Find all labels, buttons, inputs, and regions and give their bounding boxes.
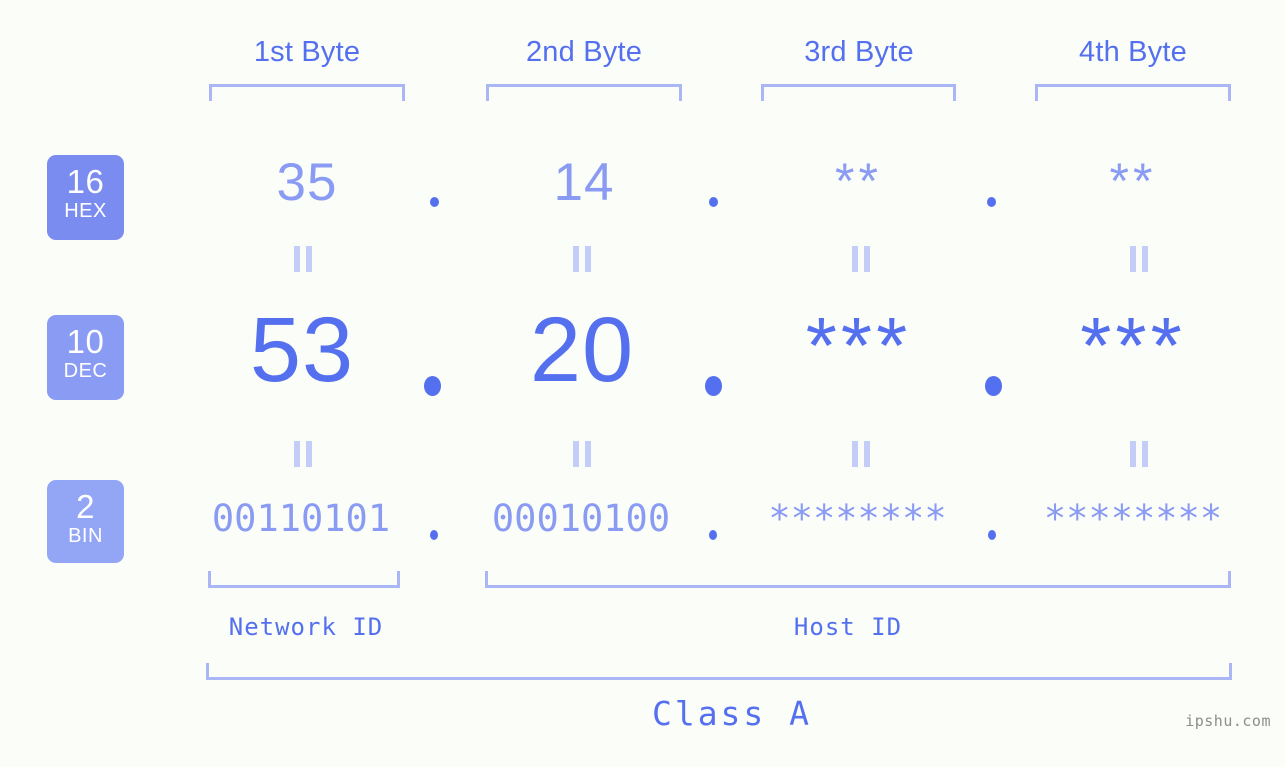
hex-dot-2 xyxy=(709,197,718,207)
base-badge-bin-number: 2 xyxy=(76,488,95,525)
bin-octet-4: ******** xyxy=(1043,497,1223,540)
byte-header-2: 2nd Byte xyxy=(525,36,643,68)
byte-bracket-2 xyxy=(486,84,682,101)
dec-dot-3 xyxy=(985,376,1002,396)
bin-dot-1 xyxy=(430,530,438,540)
hex-octet-2: 14 xyxy=(553,153,615,212)
bin-octet-3: ******** xyxy=(768,497,947,540)
hex-dot-3 xyxy=(987,197,996,207)
dec-octet-3: *** xyxy=(805,301,912,390)
host-id-bracket xyxy=(485,571,1231,588)
hex-octet-3: ** xyxy=(835,153,882,209)
base-badge-hex-abbr: HEX xyxy=(64,200,107,222)
base-badge-bin: 2 BIN xyxy=(47,480,124,563)
bin-octet-2: 00010100 xyxy=(491,497,671,540)
hex-dot-1 xyxy=(430,197,439,207)
site-watermark: ipshu.com xyxy=(1185,712,1271,730)
byte-header-1: 1st Byte xyxy=(253,36,361,68)
class-bracket xyxy=(206,663,1232,680)
byte-bracket-3 xyxy=(761,84,956,101)
base-badge-hex: 16 HEX xyxy=(47,155,124,240)
bin-octet-1: 00110101 xyxy=(211,497,391,540)
class-label: Class A xyxy=(651,694,813,733)
ip-byte-diagram: 1st Byte 2nd Byte 3rd Byte 4th Byte 16 H… xyxy=(0,0,1285,767)
host-id-label: Host ID xyxy=(793,613,903,641)
byte-bracket-1 xyxy=(209,84,405,101)
base-badge-bin-abbr: BIN xyxy=(68,525,103,547)
hex-octet-1: 35 xyxy=(276,153,338,212)
dec-dot-2 xyxy=(705,376,722,396)
dec-octet-2: 20 xyxy=(529,299,635,401)
base-badge-dec: 10 DEC xyxy=(47,315,124,400)
bin-dot-2 xyxy=(709,530,717,540)
base-badge-dec-abbr: DEC xyxy=(63,360,108,382)
byte-header-4: 4th Byte xyxy=(1079,36,1187,68)
byte-bracket-4 xyxy=(1035,84,1231,101)
dec-dot-1 xyxy=(424,376,441,396)
network-id-bracket xyxy=(208,571,400,588)
byte-header-3: 3rd Byte xyxy=(804,36,914,68)
network-id-label: Network ID xyxy=(228,613,384,641)
base-badge-hex-number: 16 xyxy=(66,163,105,200)
bin-dot-3 xyxy=(988,530,996,540)
dec-octet-1: 53 xyxy=(249,299,355,401)
base-badge-dec-number: 10 xyxy=(66,323,105,360)
dec-octet-4: *** xyxy=(1080,301,1186,390)
hex-octet-4: ** xyxy=(1109,153,1157,209)
